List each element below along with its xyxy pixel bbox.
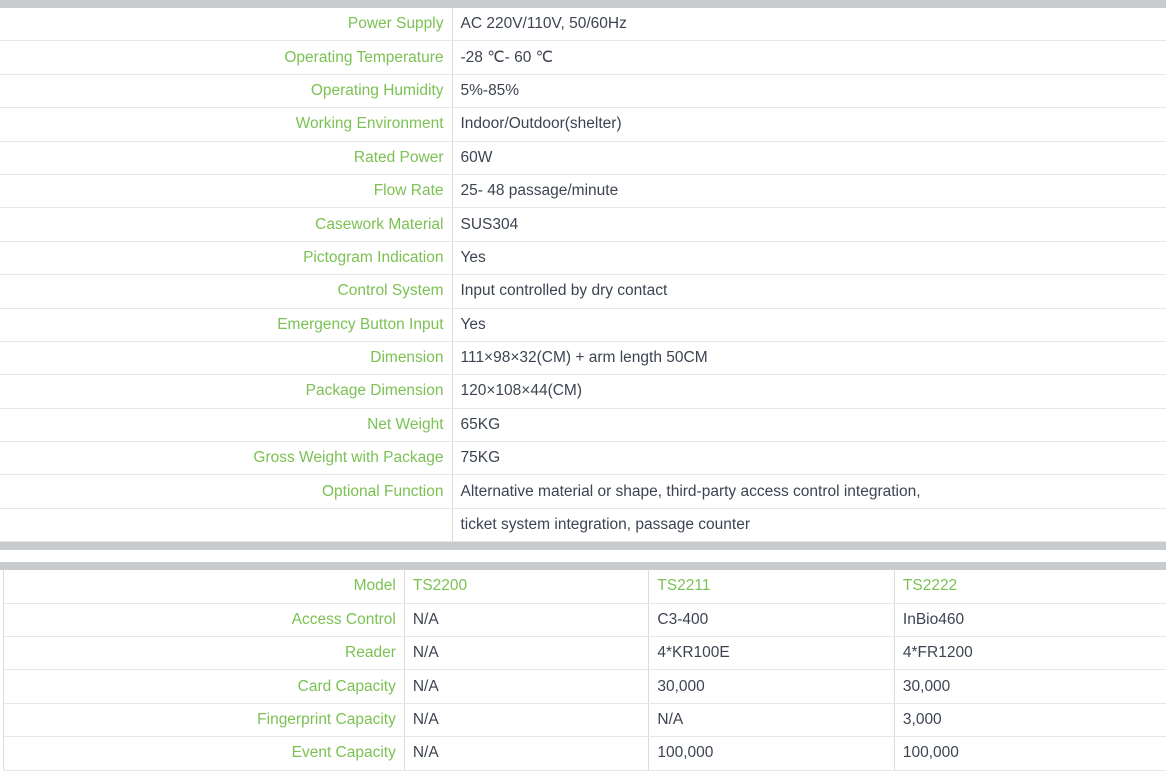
table-row: Fingerprint Capacity N/A N/A 3,000 [4, 703, 1166, 736]
spec-value: Alternative material or shape, third-par… [452, 475, 1166, 508]
spec-value: 25- 48 passage/minute [452, 174, 1166, 207]
spec-label: Power Supply [0, 8, 452, 41]
model-1-value: N/A [404, 637, 649, 670]
table-row: Optional Function Alternative material o… [0, 475, 1166, 508]
spec-label: Working Environment [0, 108, 452, 141]
spec-value: AC 220V/110V, 50/60Hz [452, 8, 1166, 41]
model-3-value: InBio460 [894, 603, 1166, 636]
section-divider-bar [0, 542, 1166, 550]
table-row: Casework Material SUS304 [0, 208, 1166, 241]
spec-value: 5%-85% [452, 74, 1166, 107]
spec-value: Indoor/Outdoor(shelter) [452, 108, 1166, 141]
spec-value: Yes [452, 241, 1166, 274]
specification-page: Power Supply AC 220V/110V, 50/60Hz Opera… [0, 0, 1166, 748]
models-table-top-bar [0, 562, 1166, 570]
table-row: Rated Power 60W [0, 141, 1166, 174]
table-row: Pictogram Indication Yes [0, 241, 1166, 274]
spec-value: 75KG [452, 442, 1166, 475]
table-row: Power Supply AC 220V/110V, 50/60Hz [0, 8, 1166, 41]
specs-table-body: Power Supply AC 220V/110V, 50/60Hz Opera… [0, 8, 1166, 542]
spec-value: ticket system integration, passage count… [452, 508, 1166, 541]
model-3-value: 100,000 [894, 737, 1166, 770]
model-3-value: 3,000 [894, 703, 1166, 736]
spec-value: -28 ℃- 60 ℃ [452, 41, 1166, 74]
model-row-label: Event Capacity [4, 737, 405, 770]
table-row: Control System Input controlled by dry c… [0, 275, 1166, 308]
table-row: Card Capacity N/A 30,000 30,000 [4, 670, 1166, 703]
spec-label: Net Weight [0, 408, 452, 441]
model-2-value: 4*KR100E [649, 637, 895, 670]
table-row: Operating Temperature -28 ℃- 60 ℃ [0, 41, 1166, 74]
spec-label [0, 508, 452, 541]
spec-label: Gross Weight with Package [0, 442, 452, 475]
model-row-label: Access Control [4, 603, 405, 636]
spec-label: Flow Rate [0, 174, 452, 207]
table-row: Operating Humidity 5%-85% [0, 74, 1166, 107]
model-1-value: N/A [404, 703, 649, 736]
model-1-value: N/A [404, 670, 649, 703]
table-header-row: Model TS2200 TS2211 TS2222 [4, 570, 1166, 603]
models-header-model-3: TS2222 [894, 570, 1166, 603]
model-2-value: 100,000 [649, 737, 895, 770]
spec-value: SUS304 [452, 208, 1166, 241]
top-divider-bar [0, 0, 1166, 8]
general-specifications-table: Power Supply AC 220V/110V, 50/60Hz Opera… [0, 8, 1166, 542]
table-row: Dimension 111×98×32(CM) + arm length 50C… [0, 341, 1166, 374]
table-row: Gross Weight with Package 75KG [0, 442, 1166, 475]
table-row: Flow Rate 25- 48 passage/minute [0, 174, 1166, 207]
spec-value: 60W [452, 141, 1166, 174]
model-2-value: C3-400 [649, 603, 895, 636]
models-header-model-2: TS2211 [649, 570, 895, 603]
spec-value: 120×108×44(CM) [452, 375, 1166, 408]
model-3-value: 30,000 [894, 670, 1166, 703]
model-comparison-table: Model TS2200 TS2211 TS2222 Access Contro… [3, 570, 1166, 770]
table-row: Emergency Button Input Yes [0, 308, 1166, 341]
model-row-label: Reader [4, 637, 405, 670]
spec-label: Optional Function [0, 475, 452, 508]
model-1-value: N/A [404, 603, 649, 636]
spec-label: Rated Power [0, 141, 452, 174]
spec-label: Pictogram Indication [0, 241, 452, 274]
model-row-label: Card Capacity [4, 670, 405, 703]
section-gap [0, 550, 1166, 562]
spec-value: 111×98×32(CM) + arm length 50CM [452, 341, 1166, 374]
model-row-label: Fingerprint Capacity [4, 703, 405, 736]
model-2-value: 30,000 [649, 670, 895, 703]
spec-label: Casework Material [0, 208, 452, 241]
model-1-value: N/A [404, 737, 649, 770]
model-2-value: N/A [649, 703, 895, 736]
spec-value: 65KG [452, 408, 1166, 441]
models-header-model-1: TS2200 [404, 570, 649, 603]
table-row: Reader N/A 4*KR100E 4*FR1200 [4, 637, 1166, 670]
spec-label: Operating Temperature [0, 41, 452, 74]
spec-value: Yes [452, 308, 1166, 341]
table-row: Working Environment Indoor/Outdoor(shelt… [0, 108, 1166, 141]
spec-value: Input controlled by dry contact [452, 275, 1166, 308]
spec-label: Dimension [0, 341, 452, 374]
table-row: Access Control N/A C3-400 InBio460 [4, 603, 1166, 636]
spec-label: Control System [0, 275, 452, 308]
models-table-body: Model TS2200 TS2211 TS2222 Access Contro… [4, 570, 1166, 770]
spec-label: Operating Humidity [0, 74, 452, 107]
table-row: ticket system integration, passage count… [0, 508, 1166, 541]
table-row: Net Weight 65KG [0, 408, 1166, 441]
model-3-value: 4*FR1200 [894, 637, 1166, 670]
spec-label: Emergency Button Input [0, 308, 452, 341]
table-row: Package Dimension 120×108×44(CM) [0, 375, 1166, 408]
table-row: Event Capacity N/A 100,000 100,000 [4, 737, 1166, 770]
spec-label: Package Dimension [0, 375, 452, 408]
models-header-label: Model [4, 570, 405, 603]
